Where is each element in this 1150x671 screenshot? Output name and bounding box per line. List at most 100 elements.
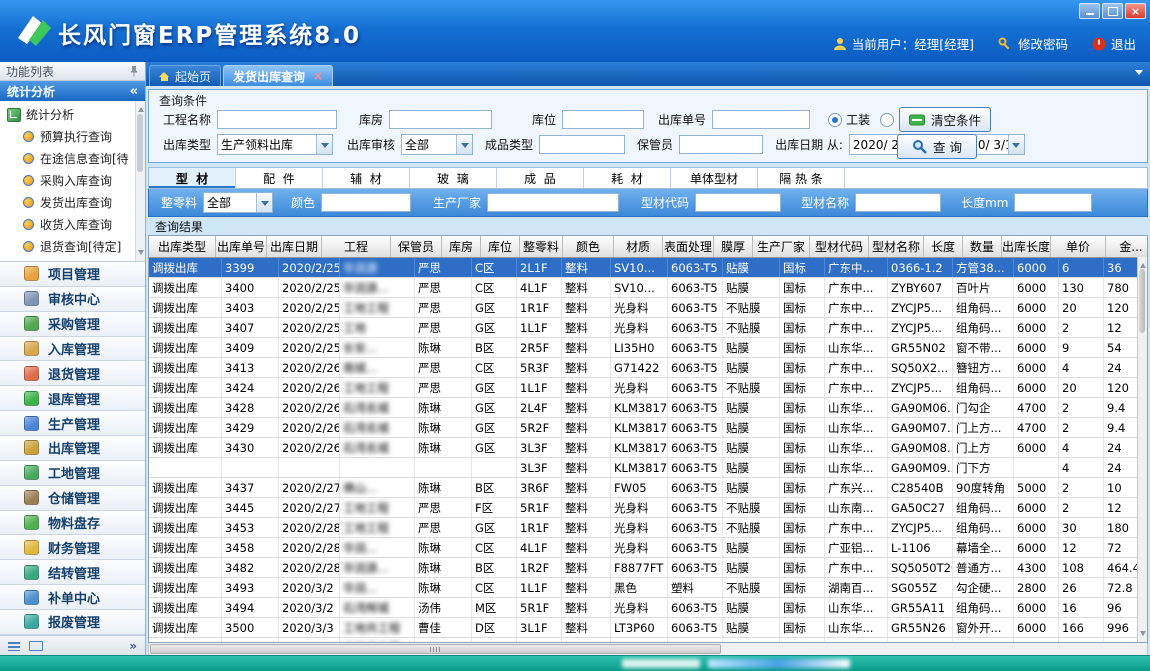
table-row[interactable]: 调拨出库34292020/2/26石湾名城陈琳G区5R2F整料KLM381760… xyxy=(149,418,1147,438)
monitor-icon[interactable] xyxy=(29,641,43,651)
column-header[interactable]: 出库类型 xyxy=(149,236,216,257)
table-row[interactable]: 调拨出库34822020/2/28华润源...陈琳B区1R2F整料F8877FT… xyxy=(149,558,1147,578)
sidebar-tree-item[interactable]: 采购入库查询 xyxy=(0,169,145,191)
material-tab[interactable]: 单体型材 xyxy=(671,168,758,188)
product-type-input[interactable] xyxy=(539,135,625,154)
table-row[interactable]: 调拨出库34942020/3/2石湾辉城汤伟M区5R1F整料光身料6063-T5… xyxy=(149,598,1147,618)
sidebar-menu-item[interactable]: 物料盘存 xyxy=(0,511,145,536)
sidebar-tree-item[interactable]: 预算执行查询 xyxy=(0,125,145,147)
sidebar-tree-item[interactable]: 库存管理[待定] xyxy=(0,257,145,262)
column-header[interactable]: 保管员 xyxy=(391,236,442,257)
table-row[interactable]: 调拨出库34532020/2/28工地工程严思G区1R1F整料光身料6063-T… xyxy=(149,518,1147,538)
sidebar-menu-item[interactable]: 仓储管理 xyxy=(0,486,145,511)
table-row[interactable]: 调拨出库34282020/2/26石湾名城陈琳G区2L4F整料KLM381760… xyxy=(149,398,1147,418)
table-row[interactable]: 调拨出库34452020/2/27工地工程严思F区5R1F整料光身料6063-T… xyxy=(149,498,1147,518)
scroll-down-icon[interactable] xyxy=(1140,631,1146,639)
scroll-up-icon[interactable] xyxy=(138,104,144,112)
scroll-thumb[interactable] xyxy=(1139,269,1145,333)
length-input[interactable] xyxy=(1014,193,1092,212)
column-header[interactable]: 材质 xyxy=(614,236,663,257)
vertical-scrollbar[interactable] xyxy=(1137,257,1147,642)
column-header[interactable]: 膜厚 xyxy=(714,236,753,257)
material-tab[interactable]: 耗 材 xyxy=(584,168,671,188)
column-header[interactable]: 整零料 xyxy=(520,236,563,257)
column-header[interactable]: 表面处理 xyxy=(663,236,714,257)
table-row[interactable]: 调拨出库34032020/2/25工地工程严思G区1R1F整料光身料6063-T… xyxy=(149,298,1147,318)
project-name-input[interactable] xyxy=(217,110,337,129)
sidebar-tree-item[interactable]: 退货查询[待定] xyxy=(0,235,145,257)
column-header[interactable]: 出库单号 xyxy=(216,236,267,257)
table-row[interactable]: 调拨出库35002020/3/3工地共工程曹佳D区3L1F整料LT3P60606… xyxy=(149,618,1147,638)
warehouse-input[interactable] xyxy=(389,110,492,129)
scroll-thumb[interactable] xyxy=(150,644,721,654)
tab-shipment-outbound-query[interactable]: 发货出库查询× xyxy=(223,65,333,86)
overflow-chevron-icon[interactable]: » xyxy=(129,639,137,653)
sidebar-tree-item[interactable]: 在途信息查询[待 xyxy=(0,147,145,169)
sidebar-menu-item[interactable]: 出库管理 xyxy=(0,436,145,461)
out-type-select[interactable]: 生产领料出库 xyxy=(217,134,333,155)
tab-list-dropdown-icon[interactable] xyxy=(1135,70,1143,79)
sidebar-menu-item[interactable]: 入库管理 xyxy=(0,337,145,362)
close-tab-icon[interactable]: × xyxy=(313,69,323,83)
material-tab[interactable]: 玻 璃 xyxy=(410,168,497,188)
column-header[interactable]: 单价 xyxy=(1051,236,1106,257)
column-header[interactable]: 库位 xyxy=(481,236,520,257)
table-row[interactable]: 调拨出库34092020/2/25长安...陈琳B区2R5F整料LI35H060… xyxy=(149,338,1147,358)
column-header[interactable]: 数量 xyxy=(963,236,1002,257)
table-row[interactable]: 调拨出库33992020/2/25华润源严思C区2L1F整料SV10...606… xyxy=(149,258,1147,278)
sidebar-menu-item[interactable]: 结转管理 xyxy=(0,560,145,585)
column-header[interactable]: 出库长度 xyxy=(1002,236,1051,257)
table-row[interactable]: 调拨出库34132020/2/26南城...严思C区5R3F整料G7142260… xyxy=(149,358,1147,378)
maximize-button[interactable] xyxy=(1102,3,1123,19)
zhengling-select[interactable]: 全部 xyxy=(203,192,273,213)
chevron-down-icon[interactable] xyxy=(456,135,472,154)
tree-scrollbar[interactable] xyxy=(135,101,145,261)
sidebar-section-header[interactable]: 统计分析 « xyxy=(0,81,145,101)
chevron-down-icon[interactable] xyxy=(1008,135,1024,154)
sidebar-menu-item[interactable]: 退库管理 xyxy=(0,386,145,411)
keeper-input[interactable] xyxy=(679,135,763,154)
table-row[interactable]: 调拨出库34372020/2/27佛山...陈琳B区3R6F整料FW056063… xyxy=(149,478,1147,498)
sidebar-menu-item[interactable]: 财务管理 xyxy=(0,535,145,560)
column-header[interactable]: 颜色 xyxy=(563,236,614,257)
profile-name-input[interactable] xyxy=(855,193,941,212)
material-tab[interactable]: 成 品 xyxy=(497,168,584,188)
sidebar-tree-item[interactable]: 收货入库查询 xyxy=(0,213,145,235)
sidebar-menu-item[interactable]: 审核中心 xyxy=(0,287,145,312)
scroll-down-icon[interactable] xyxy=(138,250,144,258)
material-tab[interactable]: 配 件 xyxy=(236,168,323,188)
sidebar-menu-item[interactable]: 退货管理 xyxy=(0,361,145,386)
chevron-down-icon[interactable] xyxy=(256,193,272,212)
sidebar-menu-item[interactable]: 补单中心 xyxy=(0,585,145,610)
column-header[interactable]: 长度 xyxy=(924,236,963,257)
column-header[interactable]: 型材名称 xyxy=(869,236,924,257)
table-row[interactable]: 调拨出库34302020/2/26石湾名城陈琳G区3L3F整料KLM381760… xyxy=(149,438,1147,458)
sidebar-menu-item[interactable]: 工地管理 xyxy=(0,461,145,486)
column-header[interactable]: 出库日期 xyxy=(267,236,322,257)
material-tab[interactable]: 辅 材 xyxy=(323,168,410,188)
collapse-icon[interactable]: « xyxy=(130,84,138,99)
column-header[interactable]: 型材代码 xyxy=(810,236,869,257)
table-row[interactable]: 调拨出库34932020/3/2华润...陈琳C区1L1F整料黑色塑料不贴膜国标… xyxy=(149,578,1147,598)
column-header[interactable]: 金... xyxy=(1106,236,1148,257)
column-header[interactable]: 工程 xyxy=(322,236,391,257)
table-row[interactable]: 调拨出库34002020/2/25华润源...严思C区4L1F整料SV10...… xyxy=(149,278,1147,298)
radio-gongzhuang[interactable]: 工装 xyxy=(828,111,870,128)
close-button[interactable]: × xyxy=(1125,3,1146,19)
table-row[interactable]: 调拨出库34582020/2/28华润...陈琳C区4L1F整料光身料6063-… xyxy=(149,538,1147,558)
sidebar-tree-item[interactable]: 发货出库查询 xyxy=(0,191,145,213)
table-row[interactable]: 3L3F整料KLM38176063-T5贴膜国标山东华...GA90M09...… xyxy=(149,458,1147,478)
sidebar-menu-item[interactable]: 生产管理 xyxy=(0,411,145,436)
sidebar-menu-item[interactable]: 项目管理 xyxy=(0,262,145,287)
material-tab[interactable]: 型 材 xyxy=(149,168,236,188)
location-input[interactable] xyxy=(562,110,644,129)
outbound-no-input[interactable] xyxy=(712,110,810,129)
table-row[interactable]: 调拨出库34242020/2/26工地工程严思G区1L1F整料光身料6063-T… xyxy=(149,378,1147,398)
sidebar-menu-item[interactable]: 报废管理 xyxy=(0,610,145,635)
tree-root[interactable]: 统计分析 xyxy=(0,104,145,125)
profile-code-input[interactable] xyxy=(695,193,781,212)
audit-select[interactable]: 全部 xyxy=(401,134,473,155)
material-tab[interactable]: 隔 热 条 xyxy=(758,168,845,188)
manufacturer-input[interactable] xyxy=(487,193,619,212)
minimize-button[interactable] xyxy=(1079,3,1100,19)
